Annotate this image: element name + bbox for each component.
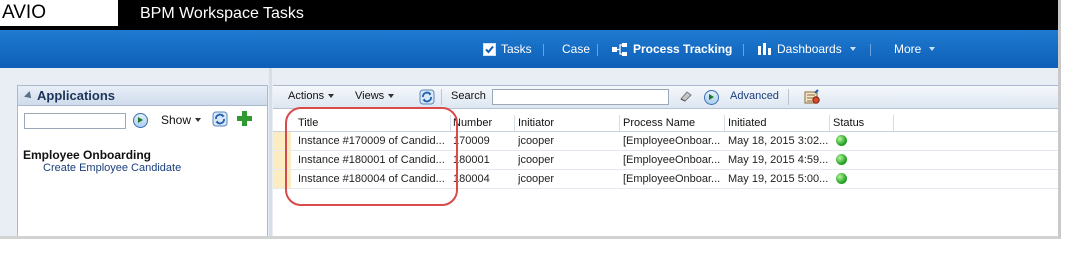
refresh-icon[interactable] <box>419 89 435 105</box>
top-header: AVIO BPM Workspace Tasks <box>0 0 1058 30</box>
nav-more-label: More <box>894 42 922 56</box>
app-title: BPM Workspace Tasks <box>140 5 304 22</box>
logo: AVIO <box>0 0 118 26</box>
column-separator[interactable] <box>829 115 830 131</box>
table-row[interactable]: Instance #180001 of Candid... 180001 jco… <box>273 151 1058 170</box>
nav-separator <box>543 44 544 56</box>
clear-search-icon[interactable] <box>679 90 693 102</box>
actions-menu[interactable]: Actions <box>288 90 335 102</box>
tasks-icon <box>483 42 496 56</box>
row-selector[interactable] <box>273 151 291 169</box>
cell-title: Instance #170009 of Candid... <box>298 135 445 147</box>
advanced-search-link[interactable]: Advanced <box>730 90 779 102</box>
chevron-down-icon <box>388 94 395 98</box>
browser-frame: AVIO BPM Workspace Tasks Tasks Case Proc… <box>0 0 1061 239</box>
cell-initiator: jcooper <box>518 154 555 166</box>
cell-initiator: jcooper <box>518 135 555 147</box>
toolbar-separator <box>441 89 442 105</box>
applications-title: Applications <box>37 88 116 103</box>
table-header: Title Number Initiator Process Name Init… <box>273 115 1058 132</box>
cell-number: 180001 <box>453 154 490 166</box>
go-icon[interactable] <box>704 90 719 105</box>
cell-title: Instance #180001 of Candid... <box>298 154 445 166</box>
column-header-title[interactable]: Title <box>298 117 318 129</box>
main-nav: Tasks Case Process Tracking Dashboards M… <box>0 30 1058 68</box>
actions-label: Actions <box>288 90 325 102</box>
nav-separator <box>743 44 744 56</box>
applications-header[interactable]: Applications <box>18 86 267 106</box>
chevron-down-icon <box>328 94 335 98</box>
search-label: Search <box>451 90 486 102</box>
nav-separator <box>597 44 598 56</box>
refresh-icon[interactable] <box>212 111 228 127</box>
status-ok-icon <box>836 154 847 165</box>
column-header-process-name[interactable]: Process Name <box>623 117 695 129</box>
add-icon[interactable] <box>237 111 252 126</box>
nav-more[interactable]: More <box>894 42 936 56</box>
column-header-initiator[interactable]: Initiator <box>518 117 554 129</box>
cell-process-name: [EmployeeOnboar... <box>623 135 721 147</box>
status-ok-icon <box>836 135 847 146</box>
collapse-icon[interactable] <box>24 90 34 101</box>
nav-separator <box>870 44 871 56</box>
cell-number: 170009 <box>453 135 490 147</box>
nav-process-tracking[interactable]: Process Tracking <box>612 42 732 56</box>
logo-text: AVIO <box>2 2 46 23</box>
application-group-title: Employee Onboarding <box>23 148 152 162</box>
column-header-status[interactable]: Status <box>833 117 864 129</box>
show-menu[interactable]: Show <box>161 113 202 127</box>
views-label: Views <box>355 90 385 102</box>
nav-dashboards-label: Dashboards <box>777 42 842 56</box>
chevron-down-icon <box>929 47 936 51</box>
cell-initiated: May 18, 2015 3:02... <box>728 135 828 147</box>
process-instances-panel: Actions Views Search Advanced Title Numb… <box>273 85 1058 236</box>
applications-panel: Applications Show Employee Onboarding Cr… <box>17 85 268 236</box>
go-icon[interactable] <box>133 113 148 128</box>
applications-search-input[interactable] <box>24 113 126 129</box>
cell-initiator: jcooper <box>518 173 555 185</box>
row-selector[interactable] <box>273 170 291 188</box>
nav-tasks[interactable]: Tasks <box>483 42 532 56</box>
cell-title: Instance #180004 of Candid... <box>298 173 445 185</box>
show-label: Show <box>161 113 192 127</box>
search-input[interactable] <box>492 89 669 105</box>
column-separator[interactable] <box>514 115 515 131</box>
views-menu[interactable]: Views <box>355 90 395 102</box>
column-separator[interactable] <box>893 115 894 131</box>
chevron-down-icon <box>849 47 856 51</box>
column-separator[interactable] <box>619 115 620 131</box>
cell-process-name: [EmployeeOnboar... <box>623 173 721 185</box>
workspace-body: Applications Show Employee Onboarding Cr… <box>0 68 1058 236</box>
nav-case[interactable]: Case <box>562 42 590 56</box>
settings-icon[interactable] <box>804 89 820 105</box>
column-header-number[interactable]: Number <box>453 117 492 129</box>
table-row[interactable]: Instance #180004 of Candid... 180004 jco… <box>273 170 1058 189</box>
table-row[interactable]: Instance #170009 of Candid... 170009 jco… <box>273 132 1058 151</box>
cell-initiated: May 19, 2015 4:59... <box>728 154 828 166</box>
column-header-initiated[interactable]: Initiated <box>728 117 767 129</box>
status-ok-icon <box>836 173 847 184</box>
toolbar-separator <box>788 89 789 105</box>
dashboards-icon <box>758 43 771 55</box>
cell-process-name: [EmployeeOnboar... <box>623 154 721 166</box>
create-employee-candidate-link[interactable]: Create Employee Candidate <box>43 162 181 174</box>
column-separator[interactable] <box>450 115 451 131</box>
chevron-down-icon <box>195 118 202 122</box>
row-selector[interactable] <box>273 132 291 150</box>
nav-process-tracking-label: Process Tracking <box>633 42 733 56</box>
instances-toolbar: Actions Views Search Advanced <box>273 86 1058 109</box>
nav-dashboards[interactable]: Dashboards <box>758 42 856 56</box>
process-tracking-icon <box>612 42 627 56</box>
column-separator[interactable] <box>724 115 725 131</box>
nav-case-label: Case <box>562 42 591 56</box>
cell-initiated: May 19, 2015 5:00... <box>728 173 828 185</box>
cell-number: 180004 <box>453 173 490 185</box>
panel-splitter[interactable] <box>269 68 272 236</box>
nav-tasks-label: Tasks <box>501 42 532 56</box>
